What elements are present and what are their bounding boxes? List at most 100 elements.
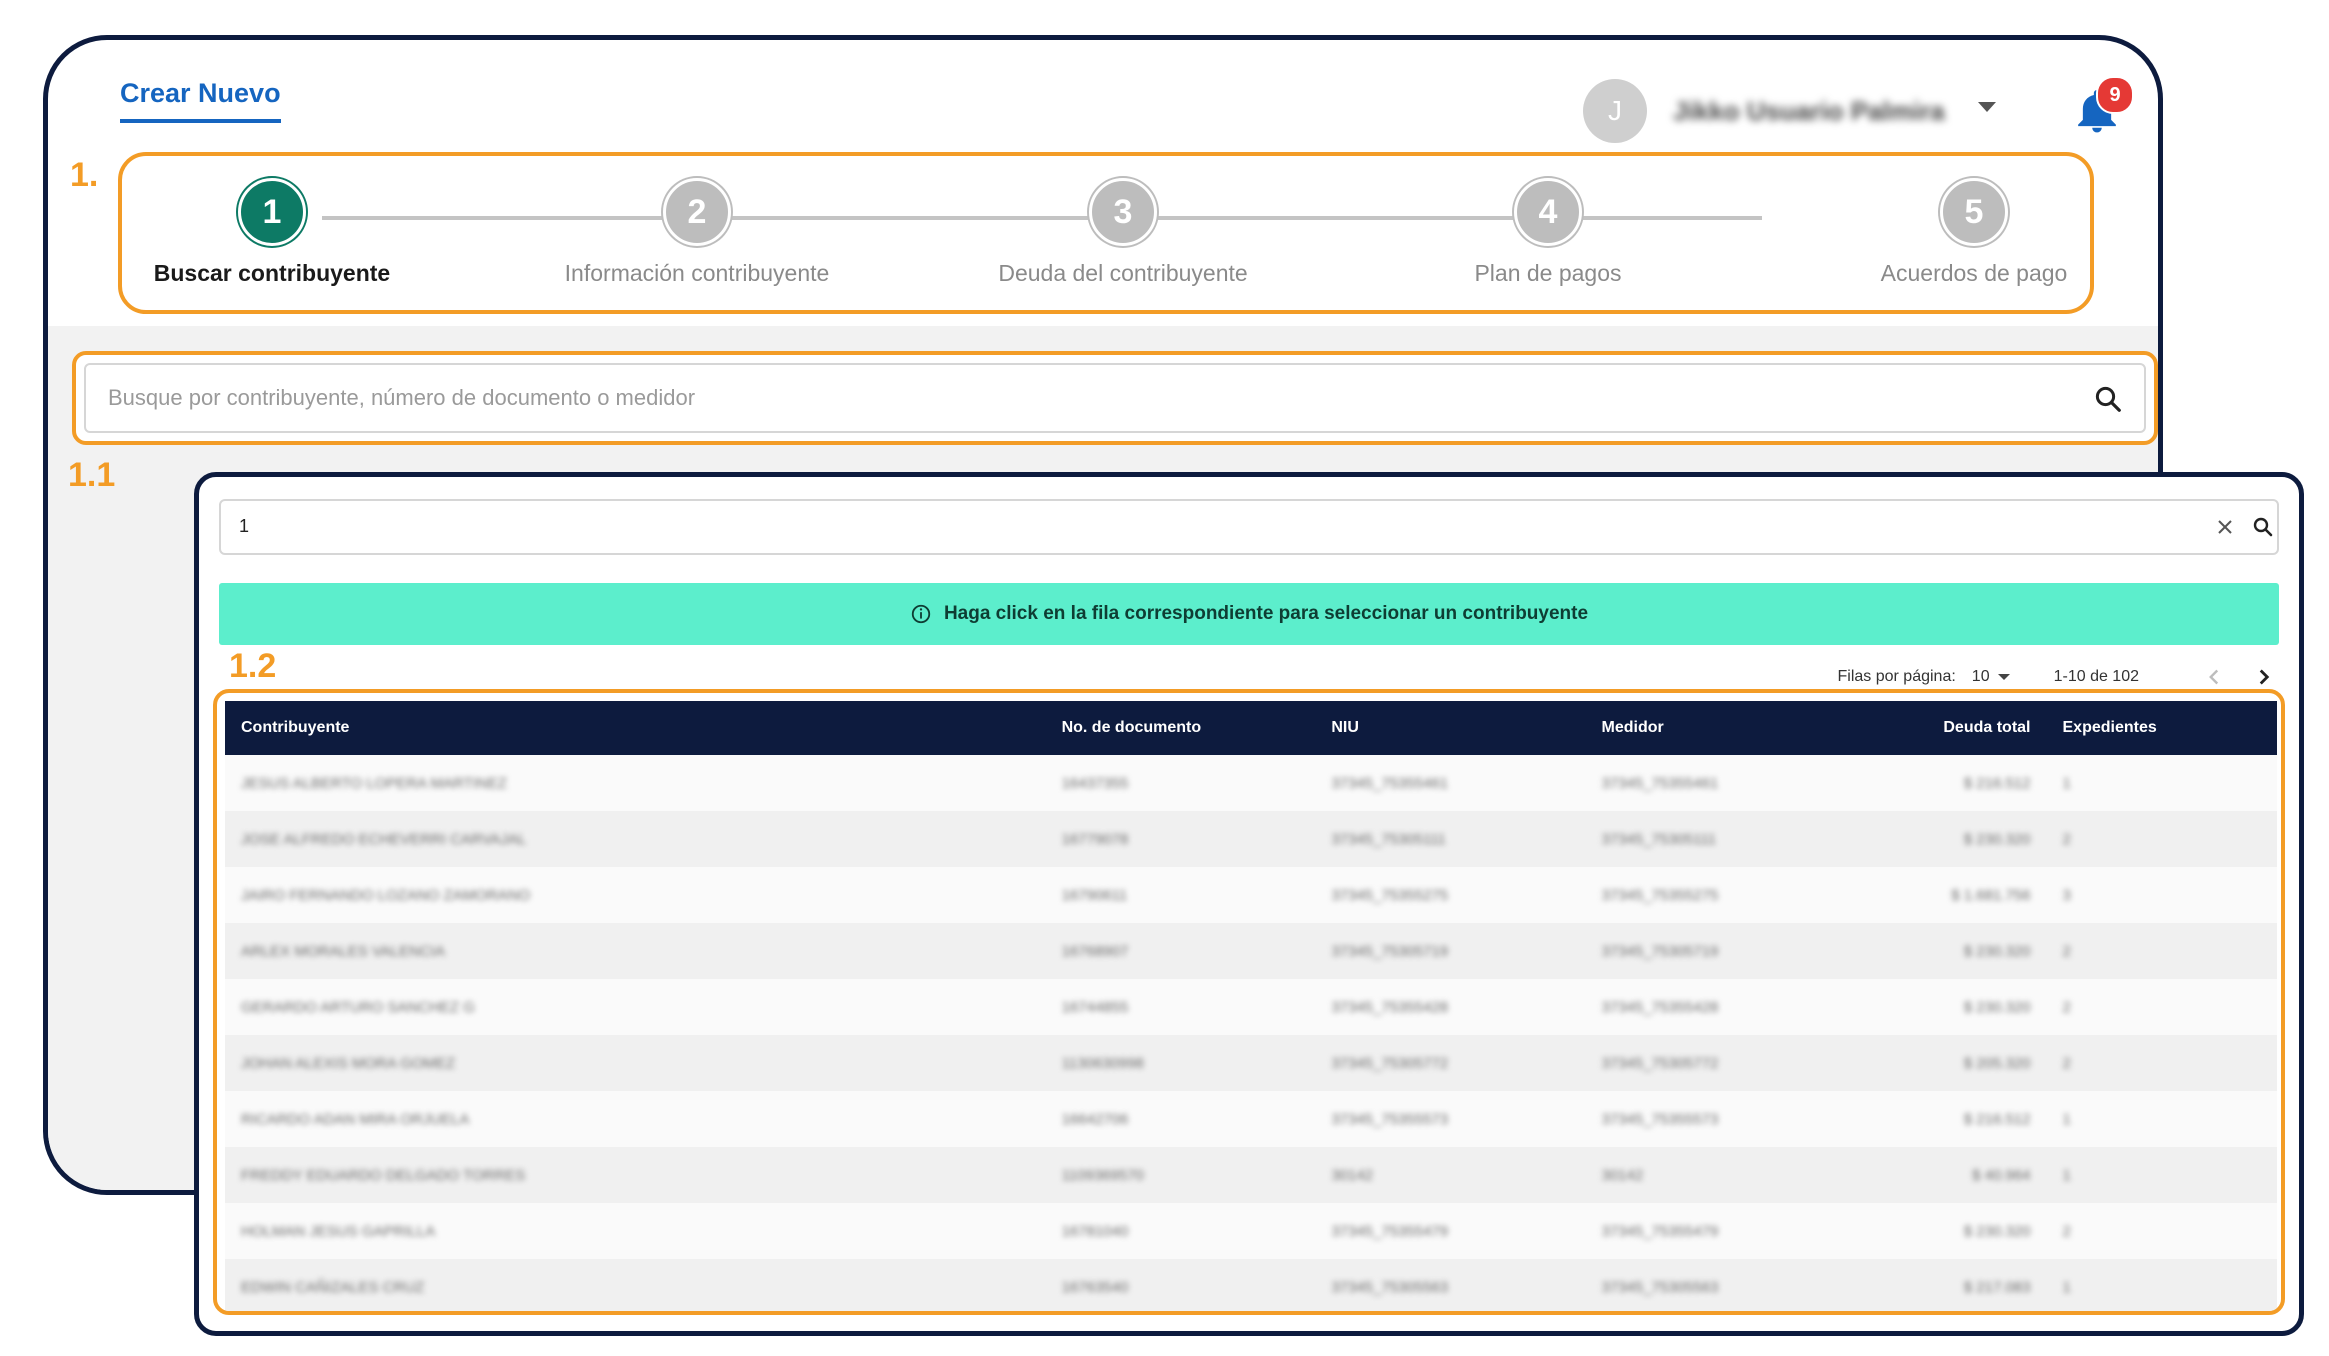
cell-value: 37345_75355275: [1331, 886, 1449, 904]
table-row[interactable]: JOHAN ALEXIS MORA GOMEZ 1130630998 37345_7…: [225, 1035, 2277, 1091]
info-icon: [911, 604, 931, 624]
cell-value: 1: [2062, 1166, 2071, 1184]
column-header[interactable]: No. de documento: [1046, 701, 1316, 755]
table-cell: $ 40.964: [1875, 1147, 2046, 1203]
step-number: 4: [1514, 178, 1582, 246]
step-informacion-contribuyente[interactable]: 2 Información contribuyente: [547, 178, 847, 287]
table-cell: 37345_75305563: [1315, 1259, 1585, 1311]
cell-value: 37345_75305719: [1331, 942, 1449, 960]
cell-value: 2: [2062, 1222, 2071, 1240]
banner-text: Haga click en la fila correspondiente pa…: [943, 603, 1589, 624]
cell-value: 1130630998: [1061, 1054, 1144, 1072]
step-acuerdos-de-pago[interactable]: 5 Acuerdos de pago: [1824, 178, 2124, 287]
column-header[interactable]: Expedientes: [2047, 701, 2278, 755]
table-cell: 16781040: [1046, 1203, 1316, 1259]
table-cell: 37345_75305563: [1586, 1259, 1876, 1311]
cell-value: $ 216.512: [1963, 1110, 2031, 1128]
cell-value: 37345_75355573: [1331, 1110, 1449, 1128]
step-deuda-contribuyente[interactable]: 3 Deuda del contribuyente: [973, 178, 1273, 287]
table-row[interactable]: JOSE ALFREDO ECHEVERRI CARVAJAL 16779078 3…: [225, 811, 2277, 867]
table-cell: JOHAN ALEXIS MORA GOMEZ: [225, 1035, 1046, 1091]
table-cell: 16779078: [1046, 811, 1316, 867]
search-input[interactable]: [84, 363, 2146, 433]
cell-value: 16768907: [1061, 942, 1129, 960]
avatar[interactable]: J: [1583, 79, 1647, 143]
table-cell: 37345_75355461: [1586, 755, 1876, 811]
table-row[interactable]: JESUS ALBERTO LOPERA MARTINEZ 16437355 373…: [225, 755, 2277, 811]
table-cell: 37345_75355479: [1315, 1203, 1585, 1259]
cell-value: 37345_75355428: [1331, 998, 1449, 1016]
column-header[interactable]: NIU: [1315, 701, 1585, 755]
results-search-value: 1: [239, 516, 250, 536]
table-cell: 37345_75305111: [1586, 811, 1876, 867]
table-cell: EDWIN CAÑIZALES CRUZ: [225, 1259, 1046, 1311]
step-buscar-contribuyente[interactable]: 1 Buscar contribuyente: [122, 178, 422, 287]
table-cell: JOSE ALFREDO ECHEVERRI CARVAJAL: [225, 811, 1046, 867]
cell-value: JOHAN ALEXIS MORA GOMEZ: [241, 1054, 456, 1072]
table-row[interactable]: EDWIN CAÑIZALES CRUZ 16763540 37345_753055…: [225, 1259, 2277, 1311]
cell-value: $ 230.320: [1963, 942, 2031, 960]
step-number: 2: [663, 178, 731, 246]
cell-value: RICARDO ADAN MIRA ORJUELA: [241, 1110, 470, 1128]
step-number: 1: [238, 178, 306, 246]
table-row[interactable]: JAIRO FERNANDO LOZANO ZAMORANO 16790611 37…: [225, 867, 2277, 923]
search-container: [72, 351, 2158, 445]
table-cell: 37345_75355479: [1586, 1203, 1876, 1259]
cell-value: 2: [2062, 830, 2071, 848]
table-cell: 2: [2047, 811, 2278, 867]
cell-value: HOLMAN JESUS GAPRILLA: [241, 1222, 436, 1240]
table-header-row: Contribuyente No. de documento NIU Medid…: [225, 701, 2277, 755]
cell-value: JESUS ALBERTO LOPERA MARTINEZ: [241, 774, 507, 792]
search-icon[interactable]: [2251, 515, 2275, 539]
table-row[interactable]: FREDDY EDUARDO DELGADO TORRES 1109369570 3…: [225, 1147, 2277, 1203]
chevron-down-icon[interactable]: [1978, 102, 1996, 112]
table-cell: $ 230.320: [1875, 811, 2046, 867]
close-icon[interactable]: [2213, 515, 2237, 539]
cell-value: $ 230.320: [1963, 830, 2031, 848]
table-cell: 37345_75355428: [1315, 979, 1585, 1035]
table-cell: RICARDO ADAN MIRA ORJUELA: [225, 1091, 1046, 1147]
cell-value: 37345_75305772: [1331, 1054, 1449, 1072]
table-cell: FREDDY EDUARDO DELGADO TORRES: [225, 1147, 1046, 1203]
chevron-down-icon: [1997, 674, 2010, 680]
table-cell: 37345_75305111: [1315, 811, 1585, 867]
table-cell: $ 230.320: [1875, 923, 2046, 979]
table-cell: 37345_75305719: [1315, 923, 1585, 979]
results-search-field[interactable]: 1: [219, 499, 2279, 555]
table-cell: 37345_75355428: [1586, 979, 1876, 1035]
table-row[interactable]: HOLMAN JESUS GAPRILLA 16781040 37345_75355…: [225, 1203, 2277, 1259]
column-header[interactable]: Medidor: [1586, 701, 1876, 755]
cell-value: 37345_75355428: [1601, 998, 1719, 1016]
table-row[interactable]: ARLEX MORALES VALENCIA 16768907 37345_7530…: [225, 923, 2277, 979]
cell-value: 16763540: [1061, 1278, 1129, 1296]
cell-value: 16790611: [1061, 886, 1128, 904]
cell-value: 37345_75355461: [1331, 774, 1449, 792]
table-cell: HOLMAN JESUS GAPRILLA: [225, 1203, 1046, 1259]
table-cell: 1109369570: [1046, 1147, 1316, 1203]
cell-value: JAIRO FERNANDO LOZANO ZAMORANO: [241, 886, 531, 904]
cell-value: $ 216.512: [1963, 774, 2031, 792]
chevron-left-icon[interactable]: [2201, 664, 2227, 690]
table-cell: 30142: [1586, 1147, 1876, 1203]
column-header[interactable]: Contribuyente: [225, 701, 1046, 755]
chevron-right-icon[interactable]: [2251, 664, 2277, 690]
search-icon[interactable]: [2093, 384, 2123, 414]
column-header[interactable]: Deuda total: [1875, 701, 2046, 755]
cell-value: 2: [2062, 1054, 2071, 1072]
table-cell: 37345_75305772: [1315, 1035, 1585, 1091]
cell-value: 37345_75355461: [1601, 774, 1719, 792]
table-cell: 1: [2047, 1091, 2278, 1147]
tab-crear-nuevo[interactable]: Crear Nuevo: [120, 78, 281, 123]
table-cell: 37345_75355573: [1586, 1091, 1876, 1147]
table-row[interactable]: GERARDO ARTURO SANCHEZ G 16744855 37345_75…: [225, 979, 2277, 1035]
table-row[interactable]: RICARDO ADAN MIRA ORJUELA 16642706 37345_7…: [225, 1091, 2277, 1147]
cell-value: 37345_75355479: [1331, 1222, 1449, 1240]
table-cell: 2: [2047, 1203, 2278, 1259]
step-plan-de-pagos[interactable]: 4 Plan de pagos: [1398, 178, 1698, 287]
table-cell: 2: [2047, 1035, 2278, 1091]
user-name[interactable]: Jikko Usuario Palmira: [1673, 96, 1945, 127]
cell-value: 16437355: [1061, 774, 1129, 792]
table-cell: $ 230.320: [1875, 1203, 2046, 1259]
rows-per-page-select[interactable]: 10: [1972, 668, 2010, 686]
table-cell: 2: [2047, 923, 2278, 979]
